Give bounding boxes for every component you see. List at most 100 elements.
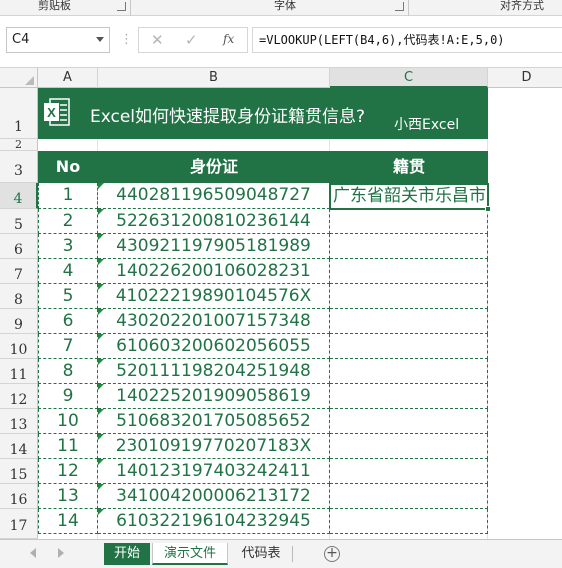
cell-id-text: 440281196509048727 xyxy=(116,185,311,205)
cell-origin[interactable] xyxy=(330,209,488,234)
column-header-a[interactable]: A xyxy=(38,68,98,88)
cell-origin[interactable] xyxy=(330,434,488,459)
error-indicator-icon xyxy=(98,309,104,315)
cell-no[interactable]: 9 xyxy=(38,384,98,409)
cell-id[interactable]: 341004200006213172 xyxy=(98,484,330,509)
cell-id[interactable]: 430202201007157348 xyxy=(98,309,330,334)
cell-no[interactable]: 14 xyxy=(38,509,98,534)
cell-id-text: 140123197403242411 xyxy=(116,461,311,481)
ribbon-group-labels: 剪贴板 字体 对齐方式 xyxy=(0,0,562,16)
insert-function-icon[interactable]: fx xyxy=(223,32,234,46)
cell-no[interactable]: 8 xyxy=(38,359,98,384)
cell-no[interactable]: 11 xyxy=(38,434,98,459)
chevron-down-icon[interactable] xyxy=(96,37,104,42)
row-header[interactable]: 16 xyxy=(0,484,38,509)
cell-no[interactable]: 1 xyxy=(38,183,98,209)
cell-no[interactable]: 6 xyxy=(38,309,98,334)
row-header[interactable]: 9 xyxy=(0,309,38,334)
error-indicator-icon xyxy=(98,183,104,189)
column-header-d[interactable]: D xyxy=(488,68,562,88)
row-header[interactable]: 17 xyxy=(0,509,38,539)
cell-origin[interactable] xyxy=(330,309,488,334)
cell-id[interactable]: 610322196104232945 xyxy=(98,509,330,534)
cell-id-text: 41022219890104576X xyxy=(115,286,312,306)
cell-id[interactable]: 430921197905181989 xyxy=(98,234,330,259)
name-box[interactable]: C4 xyxy=(6,27,110,53)
cell-id[interactable]: 510683201705085652 xyxy=(98,409,330,434)
row-header[interactable]: 4 xyxy=(0,183,38,209)
clipboard-launcher-icon[interactable] xyxy=(117,2,126,11)
cell-origin[interactable] xyxy=(330,259,488,284)
row-header[interactable]: 11 xyxy=(0,359,38,384)
cell-origin[interactable] xyxy=(330,384,488,409)
banner-brand: 小西Excel xyxy=(394,117,460,133)
row-header[interactable]: 7 xyxy=(0,259,38,284)
cell-id[interactable]: 522631200810236144 xyxy=(98,209,330,234)
cell-id-text: 430921197905181989 xyxy=(116,236,311,256)
row-header[interactable]: 12 xyxy=(0,384,38,409)
cell-origin[interactable] xyxy=(330,284,488,309)
header-id[interactable]: 身份证 xyxy=(98,151,330,183)
name-box-value: C4 xyxy=(12,32,30,47)
row-header[interactable]: 13 xyxy=(0,409,38,434)
scroll-right-icon[interactable] xyxy=(58,548,64,558)
ribbon-group-alignment: 对齐方式 xyxy=(500,0,544,12)
sheet-tab-code[interactable]: 代码表 xyxy=(230,543,292,565)
cell-no[interactable]: 12 xyxy=(38,459,98,484)
row-header[interactable]: 15 xyxy=(0,459,38,484)
ribbon-group-font: 字体 xyxy=(274,0,296,12)
row-header[interactable]: 5 xyxy=(0,209,38,234)
cell-id[interactable]: 140226200106028231 xyxy=(98,259,330,284)
error-indicator-icon xyxy=(98,434,104,440)
error-indicator-icon xyxy=(98,334,104,340)
header-no[interactable]: No xyxy=(38,151,98,183)
cell-id[interactable]: 520111198204251948 xyxy=(98,359,330,384)
cell-id-text: 610322196104232945 xyxy=(116,511,311,531)
sheet-tab-start[interactable]: 开始 xyxy=(104,543,150,565)
scroll-left-icon[interactable] xyxy=(30,548,36,558)
enter-icon[interactable]: ✓ xyxy=(185,31,198,49)
cell-no[interactable]: 7 xyxy=(38,334,98,359)
header-origin[interactable]: 籍贯 xyxy=(330,151,488,183)
cell-id[interactable]: 140123197403242411 xyxy=(98,459,330,484)
cell-no[interactable]: 10 xyxy=(38,409,98,434)
row-header[interactable]: 2 xyxy=(0,139,38,151)
row-header[interactable]: 8 xyxy=(0,284,38,309)
cell-id[interactable]: 140225201909058619 xyxy=(98,384,330,409)
cell-origin[interactable] xyxy=(330,234,488,259)
more-options-icon[interactable]: ⋮ xyxy=(120,30,133,50)
font-launcher-icon[interactable] xyxy=(395,2,404,11)
cell-no[interactable]: 3 xyxy=(38,234,98,259)
cell-id[interactable]: 41022219890104576X xyxy=(98,284,330,309)
sheet-tabs-bar: 开始 演示文件 代码表 + xyxy=(0,539,562,568)
row-header[interactable]: 1 xyxy=(0,88,38,139)
select-all-button[interactable] xyxy=(0,68,38,88)
cell-origin[interactable] xyxy=(330,459,488,484)
cell-id[interactable]: 610603200602056055 xyxy=(98,334,330,359)
error-indicator-icon xyxy=(98,234,104,240)
cell-id-text: 510683201705085652 xyxy=(116,411,311,431)
cell-id[interactable]: 23010919770207183X xyxy=(98,434,330,459)
sheet-tab-demo[interactable]: 演示文件 xyxy=(152,543,228,565)
cell-origin[interactable] xyxy=(330,359,488,384)
row-header[interactable]: 14 xyxy=(0,434,38,459)
cell-origin[interactable] xyxy=(330,509,488,534)
cell-origin[interactable] xyxy=(330,409,488,434)
cell-id[interactable]: 440281196509048727 xyxy=(98,183,330,209)
add-sheet-button[interactable]: + xyxy=(324,546,340,562)
cell-origin[interactable] xyxy=(330,484,488,509)
cell-origin[interactable] xyxy=(330,334,488,359)
column-headers: A B C D xyxy=(0,68,562,88)
cell-no[interactable]: 13 xyxy=(38,484,98,509)
formula-input[interactable]: =VLOOKUP(LEFT(B4,6),代码表!A:E,5,0) xyxy=(252,27,562,53)
cell-id-text: 520111198204251948 xyxy=(116,361,311,381)
cancel-icon[interactable]: ✕ xyxy=(151,31,164,49)
row-header[interactable]: 10 xyxy=(0,334,38,359)
column-header-c[interactable]: C xyxy=(330,68,488,88)
row-header[interactable]: 3 xyxy=(0,151,38,183)
cell-no[interactable]: 4 xyxy=(38,259,98,284)
row-header[interactable]: 6 xyxy=(0,234,38,259)
cell-no[interactable]: 5 xyxy=(38,284,98,309)
column-header-b[interactable]: B xyxy=(98,68,330,88)
cell-no[interactable]: 2 xyxy=(38,209,98,234)
